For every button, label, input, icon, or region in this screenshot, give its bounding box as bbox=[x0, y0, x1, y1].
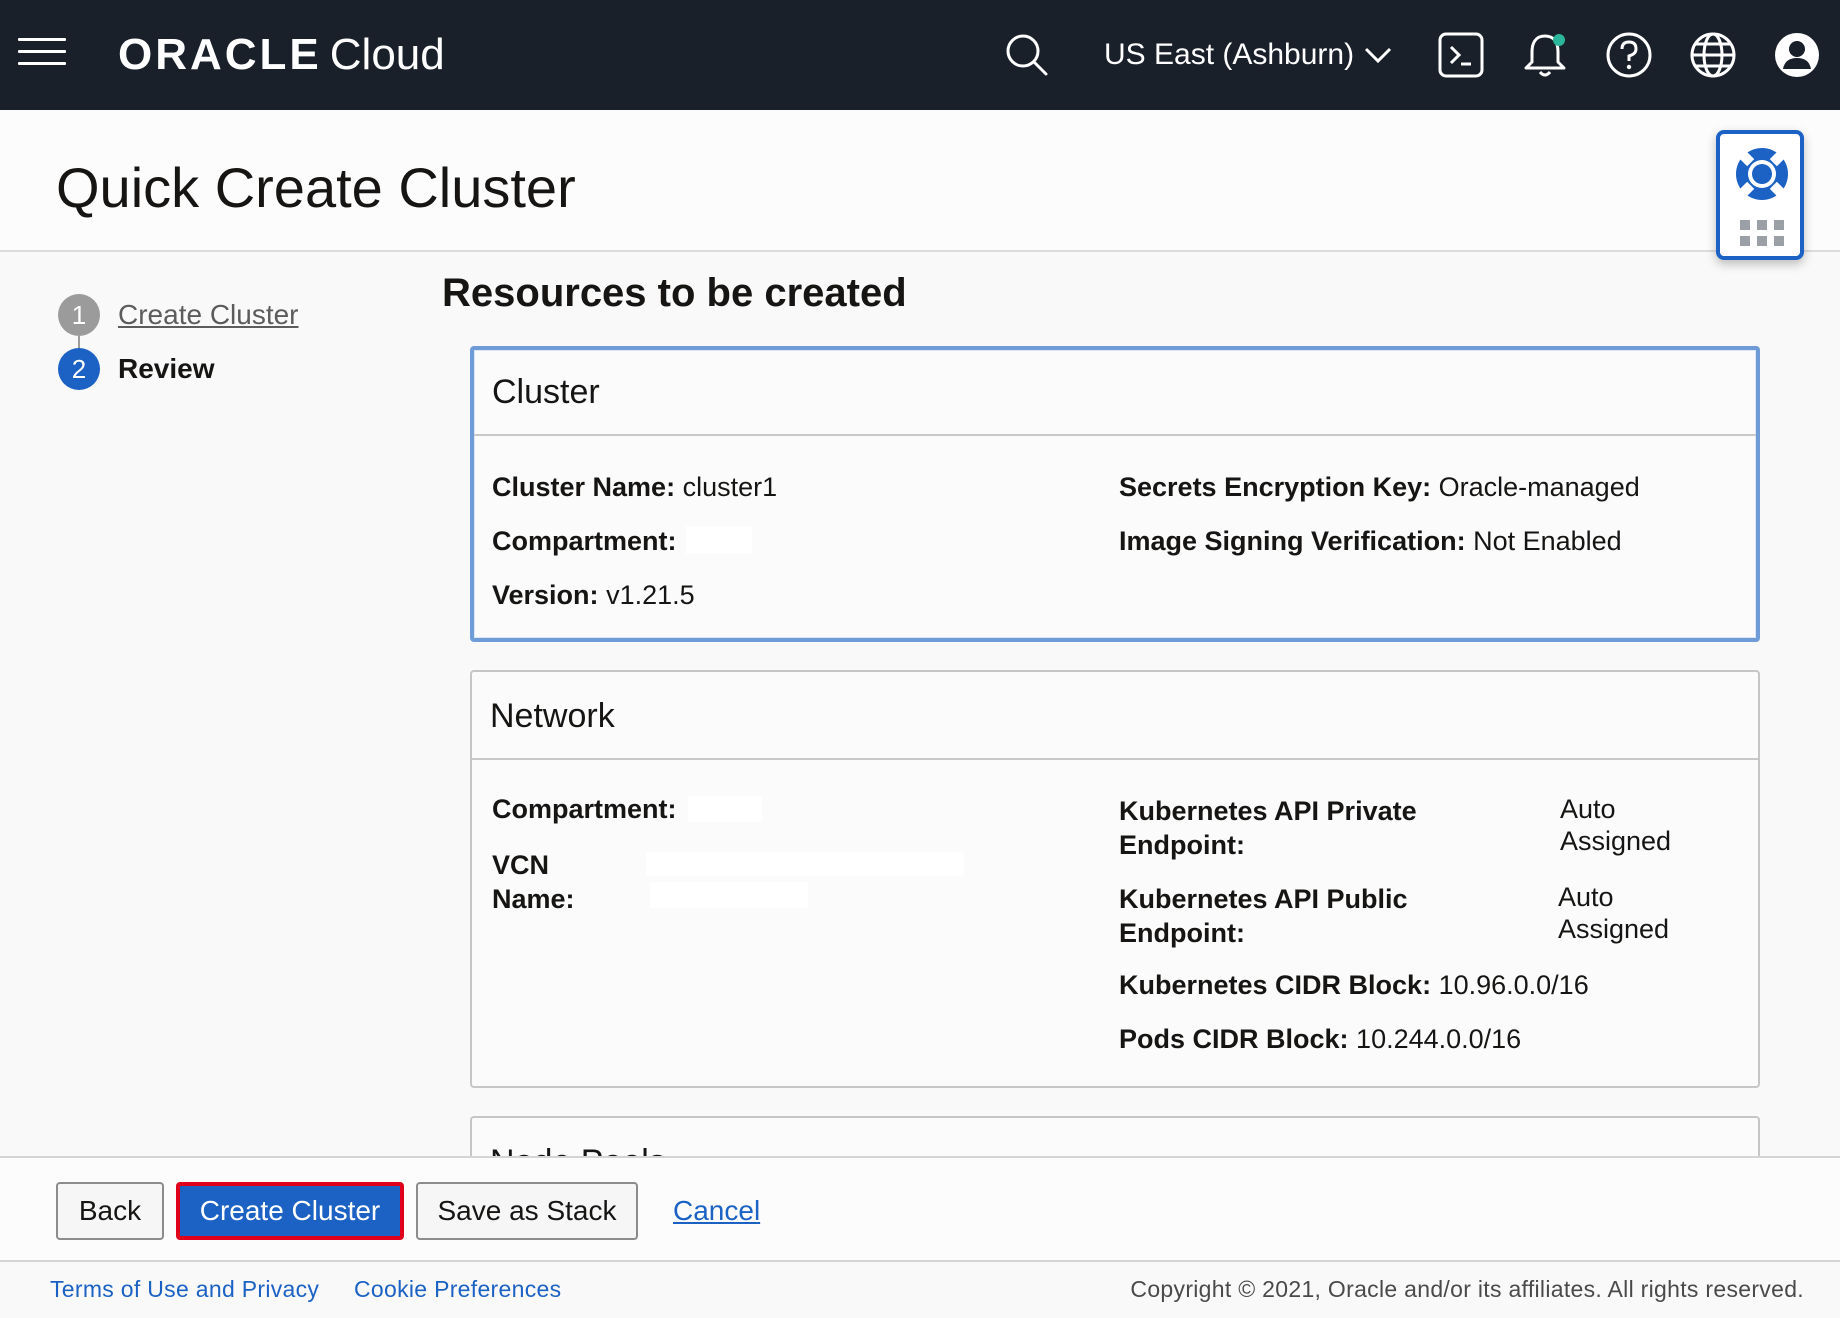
field-label: Kubernetes CIDR Block: bbox=[1119, 970, 1432, 1000]
back-button[interactable]: Back bbox=[56, 1182, 164, 1240]
field-label: Pods CIDR Block: bbox=[1119, 1024, 1349, 1054]
field-label: Cluster Name: bbox=[492, 472, 676, 502]
compartment-field: Compartment: bbox=[492, 524, 677, 558]
api-private-endpoint-label-line2: Endpoint: bbox=[1119, 828, 1245, 862]
step-label[interactable]: Create Cluster bbox=[118, 299, 299, 331]
oracle-cloud-logo[interactable]: ORACLE Cloud bbox=[118, 30, 445, 80]
user-profile-icon[interactable] bbox=[1772, 30, 1822, 80]
field-label: Endpoint: bbox=[1119, 830, 1245, 860]
brand-oracle: ORACLE bbox=[118, 30, 322, 79]
field-value: Assigned bbox=[1558, 914, 1670, 944]
api-public-endpoint-label: Kubernetes API Public bbox=[1119, 882, 1408, 916]
field-value: Oracle-managed bbox=[1438, 472, 1640, 502]
step-label: Review bbox=[118, 353, 215, 384]
section-heading: Resources to be created bbox=[442, 271, 907, 315]
field-label: VCN bbox=[492, 850, 550, 880]
field-value: cluster1 bbox=[682, 472, 778, 502]
cancel-link[interactable]: Cancel bbox=[673, 1194, 760, 1228]
api-public-endpoint-label-line2: Endpoint: bbox=[1119, 916, 1245, 950]
lifebuoy-icon bbox=[1736, 148, 1788, 200]
vcn-name-label-line2: Name: bbox=[492, 882, 575, 916]
network-compartment-field: Compartment: bbox=[492, 792, 677, 826]
page-footer: Terms of Use and Privacy Cookie Preferen… bbox=[0, 1262, 1840, 1318]
pods-cidr-field: Pods CIDR Block: 10.244.0.0/16 bbox=[1119, 1022, 1521, 1056]
panel-title: Cluster bbox=[474, 350, 1756, 436]
wizard-action-bar: Back Create Cluster Save as Stack Cancel bbox=[0, 1156, 1840, 1262]
cloud-shell-icon[interactable] bbox=[1436, 30, 1486, 80]
panel-title: Network bbox=[472, 672, 1758, 760]
secrets-encryption-field: Secrets Encryption Key: Oracle-managed bbox=[1119, 470, 1640, 504]
field-label: Image Signing Verification: bbox=[1119, 526, 1466, 556]
page-title-bar: Quick Create Cluster bbox=[0, 110, 1840, 252]
search-icon[interactable] bbox=[1002, 30, 1052, 80]
network-panel: Network Compartment: VCN Name: Kubernete… bbox=[470, 670, 1760, 1088]
region-label: US East (Ashburn) bbox=[1104, 38, 1355, 71]
redacted-value bbox=[646, 852, 964, 876]
kubernetes-cidr-field: Kubernetes CIDR Block: 10.96.0.0/16 bbox=[1119, 968, 1589, 1002]
version-field: Version: v1.21.5 bbox=[492, 578, 695, 612]
field-label: Compartment: bbox=[492, 526, 677, 556]
help-question-icon[interactable] bbox=[1604, 30, 1654, 80]
field-label: Name: bbox=[492, 884, 575, 914]
api-private-endpoint-value: Auto bbox=[1560, 792, 1616, 826]
chevron-down-icon bbox=[1365, 47, 1392, 64]
api-public-endpoint-value: Auto bbox=[1558, 880, 1614, 914]
region-selector[interactable]: US East (Ashburn) bbox=[1104, 34, 1392, 76]
step-number: 2 bbox=[58, 348, 100, 390]
redacted-value bbox=[650, 882, 808, 908]
redacted-value bbox=[688, 796, 762, 822]
field-label: Compartment: bbox=[492, 794, 677, 824]
help-support-widget[interactable] bbox=[1716, 130, 1804, 260]
cluster-name-field: Cluster Name: cluster1 bbox=[492, 470, 777, 504]
cookie-preferences-link[interactable]: Cookie Preferences bbox=[354, 1276, 561, 1303]
vcn-name-label: VCN bbox=[492, 848, 549, 882]
field-label: Kubernetes API Private bbox=[1119, 796, 1417, 826]
api-private-endpoint-value-line2: Assigned bbox=[1560, 824, 1671, 858]
image-signing-field: Image Signing Verification: Not Enabled bbox=[1119, 524, 1622, 558]
step-create-cluster[interactable]: 1 Create Cluster bbox=[58, 294, 299, 336]
field-value: Auto bbox=[1558, 882, 1614, 912]
notifications-bell-icon[interactable] bbox=[1520, 30, 1570, 80]
field-value: 10.96.0.0/16 bbox=[1438, 970, 1589, 1000]
step-number: 1 bbox=[58, 294, 100, 336]
page-title: Quick Create Cluster bbox=[56, 156, 576, 219]
field-label: Kubernetes API Public bbox=[1119, 884, 1408, 914]
field-value: Assigned bbox=[1560, 826, 1672, 856]
field-value: 10.244.0.0/16 bbox=[1356, 1024, 1522, 1054]
create-cluster-button[interactable]: Create Cluster bbox=[176, 1182, 404, 1240]
apps-grid-icon bbox=[1740, 220, 1784, 246]
field-value: v1.21.5 bbox=[606, 580, 695, 610]
top-navigation-bar: ORACLE Cloud US East (Ashburn) bbox=[0, 0, 1840, 110]
save-as-stack-button[interactable]: Save as Stack bbox=[416, 1182, 638, 1240]
brand-cloud: Cloud bbox=[329, 30, 445, 79]
redacted-value bbox=[686, 526, 752, 554]
api-public-endpoint-value-line2: Assigned bbox=[1558, 912, 1669, 946]
api-private-endpoint-label: Kubernetes API Private bbox=[1119, 794, 1417, 828]
field-label: Secrets Encryption Key: bbox=[1119, 472, 1432, 502]
field-value: Auto bbox=[1560, 794, 1616, 824]
terms-of-use-link[interactable]: Terms of Use and Privacy bbox=[50, 1276, 319, 1303]
field-label: Version: bbox=[492, 580, 599, 610]
step-review: 2 Review bbox=[58, 348, 215, 390]
copyright-text: Copyright © 2021, Oracle and/or its affi… bbox=[1130, 1276, 1804, 1302]
field-label: Endpoint: bbox=[1119, 918, 1245, 948]
hamburger-menu-icon[interactable] bbox=[18, 38, 66, 68]
language-globe-icon[interactable] bbox=[1688, 30, 1738, 80]
cluster-panel: Cluster Cluster Name: cluster1 Compartme… bbox=[470, 346, 1760, 642]
field-value: Not Enabled bbox=[1473, 526, 1622, 556]
